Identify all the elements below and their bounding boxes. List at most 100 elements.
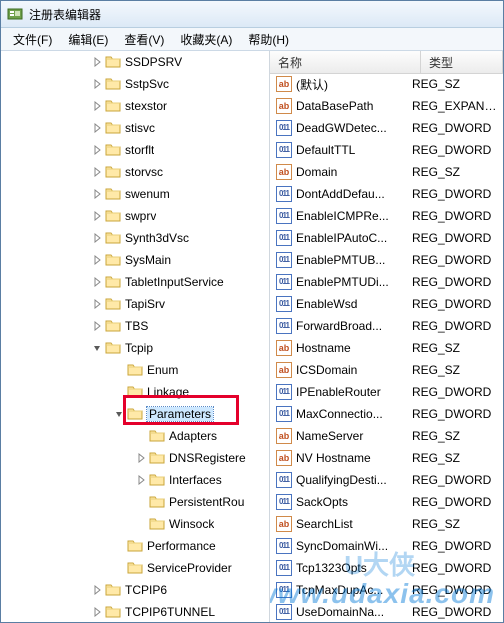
tree-item[interactable]: SstpSvc bbox=[1, 73, 269, 95]
tree-item[interactable]: stisvc bbox=[1, 117, 269, 139]
value-row[interactable]: 011EnablePMTUDi...REG_DWORD bbox=[270, 271, 503, 293]
tree-item[interactable]: Adapters bbox=[1, 425, 269, 447]
menu-favorites[interactable]: 收藏夹(A) bbox=[172, 29, 240, 50]
twisty-closed-icon[interactable] bbox=[89, 145, 105, 155]
tree-item[interactable]: PersistentRou bbox=[1, 491, 269, 513]
tree-item-label: Linkage bbox=[147, 385, 189, 399]
tree-item[interactable]: Enum bbox=[1, 359, 269, 381]
col-type[interactable]: 类型 bbox=[421, 51, 503, 73]
value-row[interactable]: 011UseDomainNa...REG_DWORD bbox=[270, 601, 503, 622]
value-row[interactable]: 011DontAddDefau...REG_DWORD bbox=[270, 183, 503, 205]
tree-item-label: DNSRegistere bbox=[169, 451, 246, 465]
twisty-open-icon[interactable] bbox=[111, 409, 127, 419]
value-row[interactable]: 011SackOptsREG_DWORD bbox=[270, 491, 503, 513]
value-row[interactable]: 011DeadGWDetec...REG_DWORD bbox=[270, 117, 503, 139]
tree-item[interactable]: SysMain bbox=[1, 249, 269, 271]
twisty-closed-icon[interactable] bbox=[89, 255, 105, 265]
value-row[interactable]: abNV HostnameREG_SZ bbox=[270, 447, 503, 469]
value-row[interactable]: 011MaxConnectio...REG_DWORD bbox=[270, 403, 503, 425]
value-row[interactable]: 011IPEnableRouterREG_DWORD bbox=[270, 381, 503, 403]
value-type: REG_SZ bbox=[412, 165, 503, 179]
value-row[interactable]: abSearchListREG_SZ bbox=[270, 513, 503, 535]
tree-item[interactable]: TapiSrv bbox=[1, 293, 269, 315]
twisty-closed-icon[interactable] bbox=[89, 585, 105, 595]
tree-item[interactable]: TCPIP6 bbox=[1, 579, 269, 601]
list-pane[interactable]: 名称 类型 ab(默认)REG_SZabDataBasePathREG_EXPA… bbox=[270, 51, 503, 622]
twisty-closed-icon[interactable] bbox=[89, 57, 105, 67]
tree-item[interactable]: swenum bbox=[1, 183, 269, 205]
list-header[interactable]: 名称 类型 bbox=[270, 51, 503, 74]
folder-icon bbox=[105, 230, 121, 246]
twisty-closed-icon[interactable] bbox=[89, 101, 105, 111]
tree-item[interactable]: Synth3dVsc bbox=[1, 227, 269, 249]
tree-pane[interactable]: SSDPSRVSstpSvcstexstorstisvcstorfltstorv… bbox=[1, 51, 270, 622]
value-name: ForwardBroad... bbox=[296, 319, 412, 333]
twisty-closed-icon[interactable] bbox=[89, 299, 105, 309]
menu-view[interactable]: 查看(V) bbox=[116, 29, 172, 50]
titlebar[interactable]: 注册表编辑器 bbox=[1, 1, 503, 28]
value-row[interactable]: abICSDomainREG_SZ bbox=[270, 359, 503, 381]
value-type: REG_DWORD bbox=[412, 539, 503, 553]
value-row[interactable]: 011QualifyingDesti...REG_DWORD bbox=[270, 469, 503, 491]
col-name[interactable]: 名称 bbox=[270, 51, 421, 73]
tree-item[interactable]: swprv bbox=[1, 205, 269, 227]
folder-icon bbox=[105, 274, 121, 290]
tree-item-label: TapiSrv bbox=[125, 297, 165, 311]
twisty-closed-icon[interactable] bbox=[89, 277, 105, 287]
twisty-closed-icon[interactable] bbox=[89, 233, 105, 243]
menu-help[interactable]: 帮助(H) bbox=[240, 29, 297, 50]
value-row[interactable]: abDataBasePathREG_EXPAND_S bbox=[270, 95, 503, 117]
value-row[interactable]: abHostnameREG_SZ bbox=[270, 337, 503, 359]
tree-item[interactable]: Performance bbox=[1, 535, 269, 557]
tree-item[interactable]: Interfaces bbox=[1, 469, 269, 491]
tree-item[interactable]: DNSRegistere bbox=[1, 447, 269, 469]
tree-item[interactable]: SSDPSRV bbox=[1, 51, 269, 73]
menu-edit[interactable]: 编辑(E) bbox=[60, 29, 116, 50]
value-type: REG_DWORD bbox=[412, 605, 503, 619]
tree-item[interactable]: Winsock bbox=[1, 513, 269, 535]
value-type: REG_DWORD bbox=[412, 121, 503, 135]
tree-item[interactable]: Tcpip bbox=[1, 337, 269, 359]
tree-item-label: Parameters bbox=[147, 407, 213, 421]
tree-item[interactable]: stexstor bbox=[1, 95, 269, 117]
value-row[interactable]: 011EnablePMTUB...REG_DWORD bbox=[270, 249, 503, 271]
twisty-open-icon[interactable] bbox=[89, 343, 105, 353]
twisty-closed-icon[interactable] bbox=[89, 607, 105, 617]
value-row[interactable]: ab(默认)REG_SZ bbox=[270, 73, 503, 95]
tree-item[interactable]: Parameters bbox=[1, 403, 269, 425]
value-type: REG_DWORD bbox=[412, 561, 503, 575]
value-name: SackOpts bbox=[296, 495, 412, 509]
twisty-closed-icon[interactable] bbox=[89, 321, 105, 331]
value-row[interactable]: 011TcpMaxDupAc...REG_DWORD bbox=[270, 579, 503, 601]
twisty-closed-icon[interactable] bbox=[133, 453, 149, 463]
value-row[interactable]: 011DefaultTTLREG_DWORD bbox=[270, 139, 503, 161]
tree-item[interactable]: Linkage bbox=[1, 381, 269, 403]
menu-file[interactable]: 文件(F) bbox=[5, 29, 60, 50]
tree-item[interactable]: TabletInputService bbox=[1, 271, 269, 293]
tree-item[interactable]: ServiceProvider bbox=[1, 557, 269, 579]
value-row[interactable]: 011EnableIPAutoC...REG_DWORD bbox=[270, 227, 503, 249]
value-row[interactable]: 011SyncDomainWi...REG_DWORD bbox=[270, 535, 503, 557]
tree-item[interactable]: storvsc bbox=[1, 161, 269, 183]
twisty-closed-icon[interactable] bbox=[89, 211, 105, 221]
value-row[interactable]: 011EnableICMPRe...REG_DWORD bbox=[270, 205, 503, 227]
value-row[interactable]: 011Tcp1323OptsREG_DWORD bbox=[270, 557, 503, 579]
twisty-closed-icon[interactable] bbox=[89, 79, 105, 89]
tree-item[interactable]: TCPIP6TUNNEL bbox=[1, 601, 269, 622]
value-type: REG_EXPAND_S bbox=[412, 99, 503, 113]
dword-value-icon: 011 bbox=[276, 296, 292, 312]
value-row[interactable]: 011EnableWsdREG_DWORD bbox=[270, 293, 503, 315]
twisty-closed-icon[interactable] bbox=[89, 189, 105, 199]
twisty-closed-icon[interactable] bbox=[133, 475, 149, 485]
tree-item[interactable]: storflt bbox=[1, 139, 269, 161]
tree-item-label: Interfaces bbox=[169, 473, 222, 487]
tree-item[interactable]: TBS bbox=[1, 315, 269, 337]
value-row[interactable]: abNameServerREG_SZ bbox=[270, 425, 503, 447]
value-row[interactable]: 011ForwardBroad...REG_DWORD bbox=[270, 315, 503, 337]
value-row[interactable]: abDomainREG_SZ bbox=[270, 161, 503, 183]
value-name: SearchList bbox=[296, 517, 412, 531]
twisty-closed-icon[interactable] bbox=[89, 123, 105, 133]
value-type: REG_SZ bbox=[412, 363, 503, 377]
twisty-closed-icon[interactable] bbox=[89, 167, 105, 177]
value-name: NameServer bbox=[296, 429, 412, 443]
